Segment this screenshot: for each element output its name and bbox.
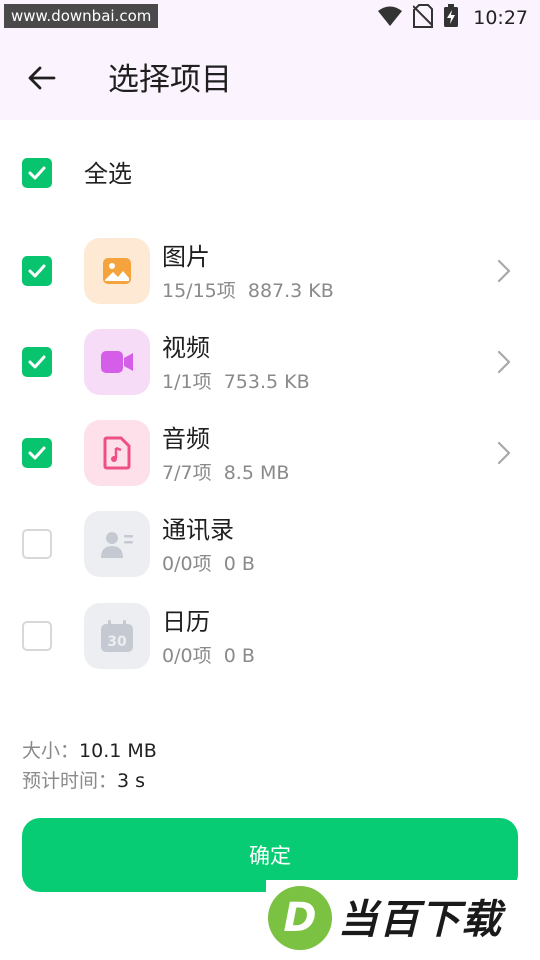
item-details: 0/0项 0 B xyxy=(162,551,255,577)
check-icon xyxy=(28,264,46,278)
size-line: 大小：10.1 MB xyxy=(22,736,157,766)
item-title: 视频 xyxy=(162,334,210,362)
chevron-right-icon[interactable] xyxy=(494,258,514,284)
battery-charging-icon xyxy=(443,4,459,32)
list-item-images[interactable]: 图片 15/15项 887.3 KB xyxy=(0,238,540,320)
images-checkbox[interactable] xyxy=(22,256,52,286)
item-size: 753.5 KB xyxy=(223,371,310,393)
video-icon xyxy=(84,329,150,395)
watermark-logo-letter: D xyxy=(283,895,317,941)
chevron-right-icon[interactable] xyxy=(494,440,514,466)
watermark-logo: D 当百下载 xyxy=(266,880,540,960)
item-details: 7/7项 8.5 MB xyxy=(162,460,289,486)
chevron-right-icon[interactable] xyxy=(494,349,514,375)
list-item-calendar[interactable]: 30 日历 0/0项 0 B xyxy=(0,603,540,685)
calendar-icon: 30 xyxy=(84,603,150,669)
item-title: 通讯录 xyxy=(162,516,234,544)
time-label: 预计时间： xyxy=(22,770,118,792)
status-bar: www.downbai.com 10:27 xyxy=(0,0,540,36)
time-value: 3 s xyxy=(117,770,146,792)
item-title: 音频 xyxy=(162,425,210,453)
audio-file-icon xyxy=(84,420,150,486)
item-details: 0/0项 0 B xyxy=(162,643,255,669)
item-details: 1/1项 753.5 KB xyxy=(162,369,310,395)
audio-checkbox[interactable] xyxy=(22,438,52,468)
item-title: 日历 xyxy=(162,608,210,636)
clock-time: 10:27 xyxy=(473,7,528,29)
time-line: 预计时间：3 s xyxy=(22,766,157,796)
check-icon xyxy=(28,166,46,180)
item-details: 15/15项 887.3 KB xyxy=(162,278,334,304)
watermark-text: 当百下载 xyxy=(338,897,502,943)
select-all-row[interactable]: 全选 xyxy=(0,140,540,210)
arrow-left-icon xyxy=(28,66,56,94)
item-count: 7/7项 xyxy=(162,462,212,484)
size-label: 大小： xyxy=(22,740,80,762)
videos-checkbox[interactable] xyxy=(22,347,52,377)
wifi-icon xyxy=(377,5,403,31)
watermark-logo-icon: D xyxy=(268,886,332,950)
app-header: 选择项目 xyxy=(0,36,540,120)
status-icons: 10:27 xyxy=(377,4,528,32)
calendar-checkbox[interactable] xyxy=(22,621,52,651)
transfer-summary: 大小：10.1 MB 预计时间：3 s xyxy=(22,736,157,796)
item-count: 0/0项 xyxy=(162,645,212,667)
watermark-url: www.downbai.com xyxy=(4,4,159,28)
item-size: 0 B xyxy=(223,553,255,575)
select-all-checkbox[interactable] xyxy=(22,158,52,188)
check-icon xyxy=(28,446,46,460)
item-size: 887.3 KB xyxy=(247,280,334,302)
item-count: 1/1项 xyxy=(162,371,212,393)
no-sim-icon xyxy=(412,4,434,32)
item-size: 0 B xyxy=(223,645,255,667)
item-size: 8.5 MB xyxy=(223,462,290,484)
select-all-label: 全选 xyxy=(84,160,132,188)
list-item-contacts[interactable]: 通讯录 0/0项 0 B xyxy=(0,511,540,593)
image-icon xyxy=(84,238,150,304)
item-count: 0/0项 xyxy=(162,553,212,575)
contacts-checkbox[interactable] xyxy=(22,529,52,559)
contacts-icon xyxy=(84,511,150,577)
size-value: 10.1 MB xyxy=(79,740,157,762)
list-item-audio[interactable]: 音频 7/7项 8.5 MB xyxy=(0,420,540,502)
list-item-videos[interactable]: 视频 1/1项 753.5 KB xyxy=(0,329,540,411)
page-title: 选择项目 xyxy=(108,62,232,98)
item-title: 图片 xyxy=(162,243,210,271)
svg-text:30: 30 xyxy=(107,634,127,650)
check-icon xyxy=(28,355,46,369)
item-count: 15/15项 xyxy=(162,280,236,302)
back-button[interactable] xyxy=(22,60,62,100)
